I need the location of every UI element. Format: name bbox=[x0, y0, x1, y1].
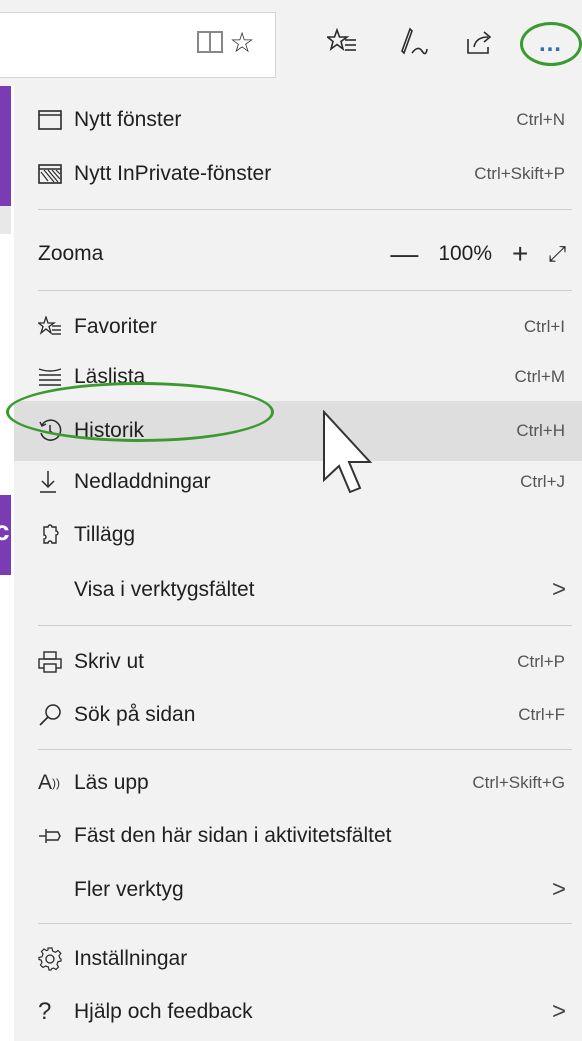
favorites-hub-icon[interactable] bbox=[322, 22, 362, 62]
menu-separator bbox=[38, 209, 572, 210]
menu-item-pin-to-taskbar[interactable]: Fäst den här sidan i aktivitetsfältet bbox=[38, 808, 582, 864]
extensions-puzzle-icon bbox=[38, 523, 74, 547]
web-note-icon[interactable] bbox=[392, 22, 432, 62]
chevron-right-icon: > bbox=[551, 998, 566, 1025]
page-gray-strip bbox=[0, 206, 11, 234]
search-icon bbox=[38, 703, 74, 727]
zoom-level: 100% bbox=[438, 242, 493, 265]
page-purple-strip-top bbox=[0, 86, 11, 206]
menu-item-reading-list[interactable]: Läslista Ctrl+M bbox=[38, 349, 582, 405]
printer-icon bbox=[38, 650, 74, 674]
menu-item-read-aloud[interactable]: A)) Läs upp Ctrl+Skift+G bbox=[38, 755, 582, 811]
favorites-icon bbox=[38, 316, 74, 338]
share-icon[interactable] bbox=[460, 22, 500, 62]
browser-toolbar: ☆ … bbox=[0, 0, 582, 86]
menu-separator bbox=[38, 290, 572, 291]
menu-item-more-tools[interactable]: Fler verktyg > bbox=[38, 862, 582, 918]
settings-menu: Nytt fönster Ctrl+N Nytt InPrivate-fönst… bbox=[14, 86, 582, 1041]
fullscreen-button[interactable]: ⤢ bbox=[548, 241, 566, 267]
download-icon bbox=[38, 470, 74, 494]
menu-item-help-feedback[interactable]: ? Hjälp och feedback > bbox=[38, 984, 582, 1040]
favorite-star-icon[interactable]: ☆ bbox=[222, 22, 262, 62]
zoom-out-button[interactable]: — bbox=[390, 238, 418, 270]
menu-item-settings[interactable]: Inställningar bbox=[38, 931, 582, 987]
inprivate-window-icon bbox=[38, 164, 74, 184]
gear-icon bbox=[38, 947, 74, 971]
window-icon bbox=[38, 110, 74, 130]
menu-item-print[interactable]: Skriv ut Ctrl+P bbox=[38, 634, 582, 690]
menu-item-zoom: Zooma — 100% + ⤢ bbox=[38, 238, 566, 270]
read-aloud-icon: A)) bbox=[38, 771, 61, 794]
reading-list-icon bbox=[38, 367, 74, 387]
page-purple-strip-mid: c bbox=[0, 495, 11, 575]
chevron-right-icon: > bbox=[551, 876, 566, 903]
help-question-icon: ? bbox=[38, 998, 52, 1025]
menu-item-show-in-toolbar[interactable]: Visa i verktygsfältet > bbox=[38, 562, 582, 618]
more-icon: … bbox=[538, 30, 564, 57]
menu-item-find-on-page[interactable]: Sök på sidan Ctrl+F bbox=[38, 687, 582, 743]
zoom-in-button[interactable]: + bbox=[512, 238, 528, 270]
menu-separator bbox=[38, 923, 572, 924]
menu-item-new-inprivate[interactable]: Nytt InPrivate-fönster Ctrl+Skift+P bbox=[38, 146, 582, 202]
menu-item-extensions[interactable]: Tillägg bbox=[38, 507, 582, 563]
mouse-cursor-icon bbox=[323, 410, 373, 494]
menu-separator bbox=[38, 749, 572, 750]
chevron-right-icon: > bbox=[551, 576, 566, 603]
pin-icon bbox=[38, 826, 74, 846]
menu-item-downloads[interactable]: Nedladdningar Ctrl+J bbox=[38, 454, 582, 510]
menu-item-favorites[interactable]: Favoriter Ctrl+I bbox=[38, 299, 582, 355]
menu-item-new-window[interactable]: Nytt fönster Ctrl+N bbox=[38, 92, 582, 148]
more-button[interactable]: … bbox=[520, 22, 582, 66]
menu-separator bbox=[38, 625, 572, 626]
menu-item-history[interactable]: Historik Ctrl+H bbox=[14, 401, 582, 461]
history-icon bbox=[38, 419, 74, 443]
